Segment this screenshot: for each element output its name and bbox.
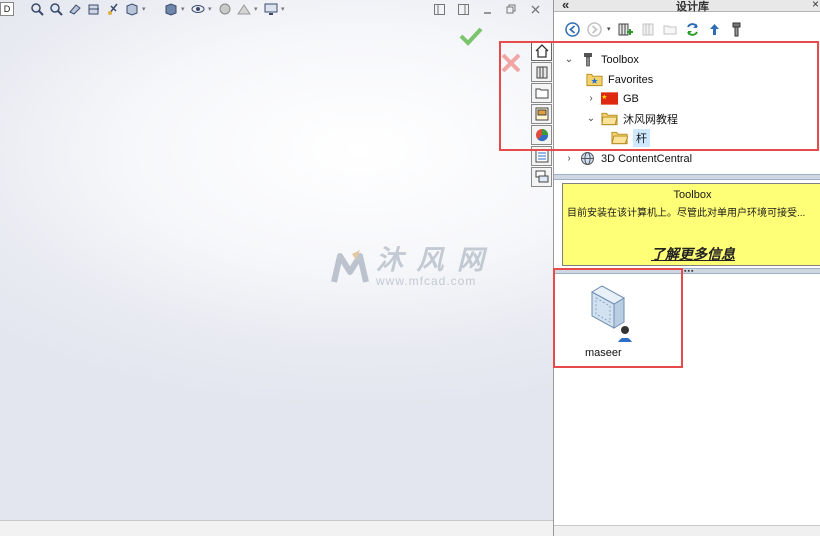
library-item-label: maseer <box>585 347 622 359</box>
expand-toggle[interactable]: ⌄ <box>564 54 574 65</box>
folder-icon <box>601 111 618 126</box>
add-to-library-icon[interactable] <box>639 20 657 38</box>
panel-splitter[interactable]: ▪▪▪ <box>554 268 820 275</box>
split-left-icon[interactable] <box>432 2 446 16</box>
toolbox-settings-icon[interactable] <box>727 20 745 38</box>
design-library-panel: « 设计库 × ▾ ⌄ Toolbox Favorites › GB ⌄ 沐风网… <box>553 0 820 536</box>
tree-item-label: Favorites <box>608 73 654 86</box>
library-item[interactable]: maseer <box>580 284 636 359</box>
forum-tab-icon[interactable] <box>531 167 552 187</box>
solidworks-resources-tab-icon[interactable] <box>531 41 552 61</box>
view-orientation-dropdown-icon[interactable]: ▾ <box>142 1 148 17</box>
learn-more-link[interactable]: 了解更多信息 <box>651 244 735 264</box>
tree-item-gb[interactable]: › GB <box>586 89 639 108</box>
splitter-grip-icon: ▪▪▪ <box>684 268 695 275</box>
tree-item-favorites[interactable]: Favorites <box>586 70 653 89</box>
tree-item-toolbox[interactable]: ⌄ Toolbox <box>564 50 639 69</box>
back-icon[interactable] <box>563 20 581 38</box>
watermark: 沐 风 网 www.mfcad.com <box>330 246 487 288</box>
up-one-level-icon[interactable] <box>705 20 723 38</box>
design-library-tab-icon[interactable] <box>531 62 552 82</box>
hide-show-items-icon[interactable] <box>189 1 206 17</box>
minimize-icon[interactable] <box>480 2 494 16</box>
expand-toggle[interactable]: ⌄ <box>586 113 596 124</box>
panel-bottom-strip <box>554 525 820 536</box>
view-settings-icon[interactable] <box>262 1 279 17</box>
panel-splitter[interactable] <box>554 174 820 180</box>
split-right-icon[interactable] <box>456 2 470 16</box>
graphics-area[interactable]: D ▾ ▾ ▾ ▾ ▾ 沐 风 网 www.mfcad.com <box>0 0 553 536</box>
viewport-status-strip <box>0 520 553 536</box>
close-icon[interactable] <box>528 2 542 16</box>
watermark-title: 沐 风 网 <box>376 245 488 275</box>
section-view-icon[interactable] <box>85 1 102 17</box>
panel-title-bar: « 设计库 × <box>554 0 820 13</box>
zoom-area-icon[interactable] <box>47 1 64 17</box>
display-style-icon[interactable] <box>162 1 179 17</box>
china-flag-icon <box>601 91 618 106</box>
previous-view-icon[interactable] <box>66 1 83 17</box>
favorites-folder-icon <box>586 72 603 87</box>
view-orientation-icon[interactable] <box>123 1 140 17</box>
zoom-to-fit-icon[interactable] <box>28 1 45 17</box>
display-style-dropdown-icon[interactable]: ▾ <box>181 1 187 17</box>
info-description: 目前安装在该计算机上。尽管此对单用户环境可接受... <box>567 208 806 219</box>
document-window-controls <box>432 0 542 18</box>
appearances-tab-icon[interactable] <box>531 125 552 145</box>
forward-icon[interactable] <box>585 20 603 38</box>
confirm-cancel-icon[interactable] <box>500 52 524 76</box>
panel-title: 设计库 <box>676 1 709 13</box>
view-settings-dropdown-icon[interactable]: ▾ <box>281 1 287 17</box>
history-dropdown-icon[interactable]: ▾ <box>607 25 613 33</box>
tree-item-3d-contentcentral[interactable]: › 3D ContentCentral <box>564 149 692 168</box>
library-items-view: maseer <box>554 276 820 516</box>
edit-appearance-icon[interactable] <box>216 1 233 17</box>
hide-show-dropdown-icon[interactable]: ▾ <box>208 1 214 17</box>
expand-toggle[interactable]: › <box>564 153 574 164</box>
refresh-icon[interactable] <box>683 20 701 38</box>
screw-icon <box>579 52 596 67</box>
library-tree: ⌄ Toolbox Favorites › GB ⌄ 沐风网教程 杆 › 3D … <box>554 47 820 173</box>
expand-toggle[interactable]: › <box>586 93 596 104</box>
tree-item-mfcad-tutorials[interactable]: ⌄ 沐风网教程 <box>586 109 678 128</box>
restore-icon[interactable] <box>504 2 518 16</box>
tree-item-label: 沐风网教程 <box>623 113 678 126</box>
create-new-folder-icon[interactable] <box>661 20 679 38</box>
panel-close-button[interactable]: × <box>812 0 819 11</box>
tree-item-label: GB <box>623 92 639 105</box>
watermark-logo-icon <box>330 248 370 286</box>
task-pane-tabs <box>531 41 553 187</box>
add-file-location-icon[interactable] <box>617 20 635 38</box>
custom-properties-tab-icon[interactable] <box>531 146 552 166</box>
tree-item-rod[interactable]: 杆 <box>611 128 650 147</box>
watermark-url: www.mfcad.com <box>376 274 477 288</box>
tree-item-label: 杆 <box>633 128 650 147</box>
globe-icon <box>579 151 596 166</box>
design-library-toolbar: ▾ <box>554 16 820 42</box>
tree-item-label: Toolbox <box>601 53 639 66</box>
file-explorer-tab-icon[interactable] <box>531 83 552 103</box>
apply-scene-dropdown-icon[interactable]: ▾ <box>254 1 260 17</box>
info-title: Toolbox <box>673 189 712 201</box>
collapse-panel-button[interactable]: « <box>562 0 569 12</box>
dynamic-annotation-icon[interactable] <box>104 1 121 17</box>
confirm-ok-icon[interactable] <box>459 26 485 48</box>
viewport-corner-box[interactable]: D <box>0 2 14 16</box>
heads-up-view-toolbar: D ▾ ▾ ▾ ▾ ▾ <box>0 0 287 18</box>
folder-open-icon <box>611 130 628 145</box>
apply-scene-icon[interactable] <box>235 1 252 17</box>
part-thumbnail-icon <box>590 285 632 342</box>
tree-item-label: 3D ContentCentral <box>601 152 693 165</box>
toolbox-info-box: Toolbox 目前安装在该计算机上。尽管此对单用户环境可接受... 了解更多信… <box>562 183 820 266</box>
view-palette-tab-icon[interactable] <box>531 104 552 124</box>
